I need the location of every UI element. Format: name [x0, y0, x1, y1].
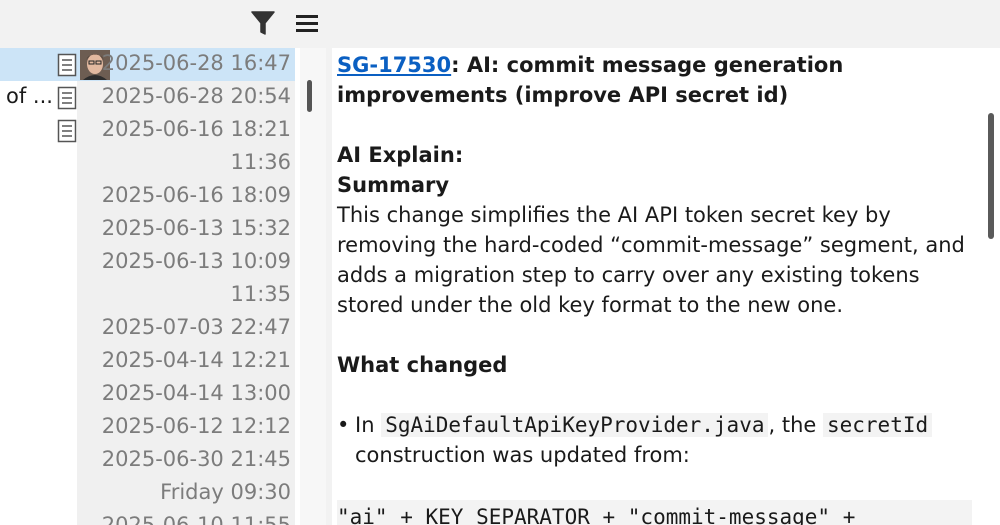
commit-date: 2025-07-03 22:47 [101, 315, 291, 339]
commit-date: Friday 09:30 [160, 480, 291, 504]
commit-date: 2025-06-13 10:09 [101, 249, 291, 273]
commit-detail-pane: SG-17530: AI: commit message generation … [332, 48, 978, 525]
log-row[interactable]: 11:36 [0, 147, 295, 180]
bullet-prefix: In [355, 413, 382, 437]
log-row[interactable]: 2025-07-03 22:47 [0, 312, 295, 345]
commit-date: 2025-06-16 18:21 [101, 117, 291, 141]
code-variable-name: secretId [822, 413, 933, 437]
change-bullet: In SgAiDefaultApiKeyProvider.java, the s… [337, 410, 967, 470]
document-note-icon [57, 86, 77, 110]
filter-button[interactable] [246, 6, 280, 40]
log-row[interactable]: 2025-06-10 11:55 [0, 510, 295, 525]
log-row[interactable]: 2025-06-16 18:09 [0, 180, 295, 213]
bullet-mid: , the [768, 413, 823, 437]
commit-date: 2025-04-14 12:21 [101, 348, 291, 372]
commit-date: 2025-06-28 20:54 [101, 84, 291, 108]
commit-date: 2025-06-13 15:32 [101, 216, 291, 240]
toolbar [0, 0, 1000, 46]
ai-explain-heading: AI Explain: [337, 143, 464, 167]
commit-date: 2025-06-12 12:12 [101, 414, 291, 438]
log-row[interactable]: 2025-06-16 18:21 [0, 114, 295, 147]
issue-link[interactable]: SG-17530 [337, 53, 451, 77]
code-file-name: SgAiDefaultApiKeyProvider.java [381, 413, 769, 437]
code-block: "ai" + KEY_SEPARATOR + "commit-message" … [337, 500, 972, 525]
log-row[interactable]: 2025-04-14 13:00 [0, 378, 295, 411]
commit-title: SG-17530: AI: commit message generation … [337, 50, 967, 110]
log-row[interactable]: 2025-06-13 10:09 [0, 246, 295, 279]
commit-log-list: 2025-06-28 16:47 of ... 2025-06-28 20:54 20… [0, 48, 326, 525]
log-row[interactable]: 2025-06-28 16:47 [0, 48, 295, 81]
log-scrollbar-track[interactable] [300, 48, 326, 525]
commit-date: 2025-06-30 21:45 [101, 447, 291, 471]
summary-text: This change simplifies the AI API token … [337, 203, 965, 317]
log-row[interactable]: 2025-06-30 21:45 [0, 444, 295, 477]
commit-date: 2025-06-28 16:47 [101, 51, 291, 75]
log-row[interactable]: of ... 2025-06-28 20:54 [0, 81, 295, 114]
commit-date: 2025-06-10 11:55 [101, 513, 291, 525]
log-row[interactable]: 11:35 [0, 279, 295, 312]
document-note-icon [57, 53, 77, 77]
log-row[interactable]: 2025-04-14 12:21 [0, 345, 295, 378]
filter-icon [251, 11, 275, 35]
what-changed-heading: What changed [337, 353, 508, 377]
bullet-suffix: construction was updated from: [355, 443, 690, 467]
document-note-icon [57, 119, 77, 143]
commit-date: 2025-04-14 13:00 [101, 381, 291, 405]
summary-heading: Summary [337, 173, 450, 197]
log-scrollbar-thumb[interactable] [307, 80, 312, 112]
menu-button[interactable] [290, 6, 324, 40]
log-row[interactable]: 2025-06-12 12:12 [0, 411, 295, 444]
log-row[interactable]: 2025-06-13 15:32 [0, 213, 295, 246]
commit-date: 11:35 [230, 282, 291, 306]
log-row[interactable]: Friday 09:30 [0, 477, 295, 510]
detail-scrollbar-thumb[interactable] [988, 113, 994, 239]
hamburger-menu-icon [296, 15, 318, 32]
commit-date: 11:36 [230, 150, 291, 174]
commit-message-snippet: of ... [6, 84, 53, 108]
commit-date: 2025-06-16 18:09 [101, 183, 291, 207]
